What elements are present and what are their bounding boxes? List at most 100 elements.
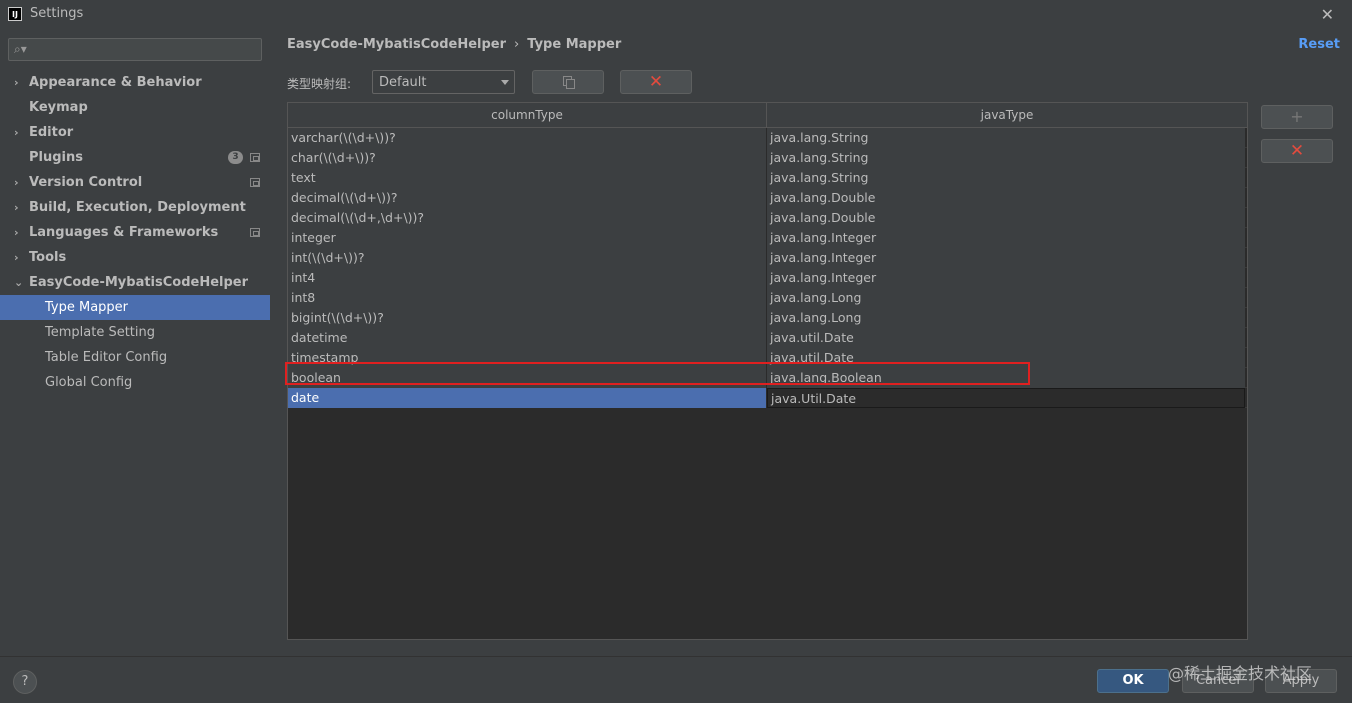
table-row[interactable]: boolean java.lang.Boolean (288, 368, 1247, 388)
table-row[interactable]: bigint(\(\d+\))? java.lang.Long (288, 308, 1247, 328)
help-button[interactable]: ? (13, 670, 37, 694)
table-body: varchar(\(\d+\))? java.lang.String char(\(… (288, 128, 1247, 408)
table-row[interactable]: int(\(\d+\))? java.lang.Integer (288, 248, 1247, 268)
cell-java-type[interactable]: java.lang.String (767, 148, 1245, 168)
cell-column-type[interactable]: varchar(\(\d+\))? (288, 128, 767, 148)
selected-group-value: Default (379, 75, 427, 90)
sidebar-item-appearance[interactable]: › Appearance & Behavior (0, 70, 270, 95)
settings-sidebar: ⌕▾ › Appearance & Behavior Keymap › Edit… (0, 30, 270, 656)
copy-icon (563, 76, 575, 89)
dialog-footer: ? OK Cancel Apply @稀土掘金技术社区 (0, 656, 1352, 703)
column-header-javatype[interactable]: javaType (767, 103, 1247, 127)
cell-java-type[interactable]: java.util.Date (767, 328, 1245, 348)
type-mapper-table: columnType javaType varchar(\(\d+\))? jav… (285, 102, 1248, 640)
apply-button[interactable]: Apply (1265, 669, 1337, 693)
sidebar-item-languages[interactable]: › Languages & Frameworks (0, 220, 270, 245)
cell-java-type[interactable]: java.lang.Integer (767, 228, 1245, 248)
close-icon[interactable]: ✕ (1321, 5, 1334, 24)
cell-java-type[interactable]: java.lang.String (767, 168, 1245, 188)
cell-column-type[interactable]: int8 (288, 288, 767, 308)
table-row[interactable]: decimal(\(\d+,\d+\))? java.lang.Double (288, 208, 1247, 228)
intellij-logo-icon: IJ (8, 7, 22, 21)
search-input[interactable]: ⌕▾ (8, 38, 262, 61)
table-row[interactable]: decimal(\(\d+\))? java.lang.Double (288, 188, 1247, 208)
sidebar-item-editor[interactable]: › Editor (0, 120, 270, 145)
table-row[interactable]: datetime java.util.Date (288, 328, 1247, 348)
sidebar-item-keymap[interactable]: Keymap (0, 95, 270, 120)
sidebar-item-label: Tools (29, 250, 67, 265)
sidebar-item-label: Table Editor Config (45, 350, 168, 365)
delete-group-button[interactable]: ✕ (620, 70, 692, 94)
sidebar-item-label: Template Setting (45, 325, 155, 340)
window-title: Settings (30, 6, 84, 21)
cell-column-type[interactable]: text (288, 168, 767, 188)
remove-row-button[interactable]: ✕ (1261, 139, 1333, 163)
title-bar: IJ Settings ✕ (0, 0, 1352, 30)
ok-button[interactable]: OK (1097, 669, 1169, 693)
table-row[interactable]: char(\(\d+\))? java.lang.String (288, 148, 1247, 168)
copy-group-button[interactable] (532, 70, 604, 94)
sidebar-item-build[interactable]: › Build, Execution, Deployment (0, 195, 270, 220)
type-mapping-group-label: 类型映射组: (287, 77, 352, 91)
cell-column-type[interactable]: decimal(\(\d+,\d+\))? (288, 208, 767, 228)
cell-column-type[interactable]: bigint(\(\d+\))? (288, 308, 767, 328)
cell-java-type[interactable]: java.lang.Integer (767, 268, 1245, 288)
cell-java-type[interactable]: java.lang.Double (767, 208, 1245, 228)
sidebar-item-easycode[interactable]: ⌄ EasyCode-MybatisCodeHelper (0, 270, 270, 295)
sidebar-item-tools[interactable]: › Tools (0, 245, 270, 270)
sidebar-item-version-control[interactable]: › Version Control (0, 170, 270, 195)
sidebar-item-label: EasyCode-MybatisCodeHelper (29, 275, 249, 290)
cell-java-type[interactable]: java.util.Date (767, 348, 1245, 368)
sidebar-item-type-mapper[interactable]: Type Mapper (0, 295, 270, 320)
sidebar-item-template-setting[interactable]: Template Setting (0, 320, 270, 345)
cell-java-type[interactable]: java.lang.String (767, 128, 1245, 148)
reset-link[interactable]: Reset (1298, 37, 1340, 52)
cell-java-type[interactable]: java.lang.Integer (767, 248, 1245, 268)
cell-java-type[interactable]: java.lang.Long (767, 308, 1245, 328)
cell-column-type[interactable]: int(\(\d+\))? (288, 248, 767, 268)
table-row[interactable]: date java.Util.Date (288, 388, 1247, 408)
settings-window: IJ Settings ✕ ⌕▾ › Appearance & Behavior… (0, 0, 1352, 703)
cell-column-type[interactable]: decimal(\(\d+\))? (288, 188, 767, 208)
cell-column-type[interactable]: boolean (288, 368, 767, 388)
sidebar-item-label: Languages & Frameworks (29, 225, 219, 240)
breadcrumb: EasyCode-MybatisCodeHelper › Type Mapper (287, 37, 621, 52)
type-mapping-group-select[interactable]: Default (372, 70, 515, 94)
sidebar-item-label: Build, Execution, Deployment (29, 200, 246, 215)
table-row[interactable]: int4 java.lang.Integer (288, 268, 1247, 288)
add-row-button[interactable]: + (1261, 105, 1333, 129)
cell-java-type[interactable]: java.lang.Long (767, 288, 1245, 308)
cancel-button[interactable]: Cancel (1182, 669, 1254, 693)
table-row[interactable]: varchar(\(\d+\))? java.lang.String (288, 128, 1247, 148)
table-row[interactable]: int8 java.lang.Long (288, 288, 1247, 308)
chevron-right-icon: › (14, 126, 19, 139)
breadcrumb-current: Type Mapper (527, 37, 622, 52)
chevron-down-icon (501, 80, 509, 85)
cell-column-type[interactable]: char(\(\d+\))? (288, 148, 767, 168)
cell-java-type[interactable]: java.Util.Date (767, 388, 1245, 408)
sidebar-item-label: Global Config (45, 375, 133, 390)
breadcrumb-parent: EasyCode-MybatisCodeHelper (287, 37, 507, 52)
sidebar-item-table-editor-config[interactable]: Table Editor Config (0, 345, 270, 370)
search-icon: ⌕▾ (14, 42, 27, 56)
sidebar-item-global-config[interactable]: Global Config (0, 370, 270, 395)
sidebar-item-label: Appearance & Behavior (29, 75, 202, 90)
chevron-right-icon: › (14, 201, 19, 214)
cell-column-type[interactable]: timestamp (288, 348, 767, 368)
cell-column-type[interactable]: date (288, 388, 767, 408)
table-row[interactable]: text java.lang.String (288, 168, 1247, 188)
chevron-right-icon: › (14, 176, 19, 189)
table-row[interactable]: integer java.lang.Integer (288, 228, 1247, 248)
column-header-columntype[interactable]: columnType (288, 103, 767, 127)
table-row[interactable]: timestamp java.util.Date (288, 348, 1247, 368)
cell-java-type[interactable]: java.lang.Double (767, 188, 1245, 208)
plugins-count-badge: 3 (228, 151, 243, 164)
cell-java-type[interactable]: java.lang.Boolean (767, 368, 1245, 388)
project-settings-icon (250, 153, 260, 162)
sidebar-item-plugins[interactable]: Plugins 3 (0, 145, 270, 170)
cell-column-type[interactable]: int4 (288, 268, 767, 288)
cell-column-type[interactable]: datetime (288, 328, 767, 348)
sidebar-item-label: Editor (29, 125, 74, 140)
cell-column-type[interactable]: integer (288, 228, 767, 248)
sidebar-item-label: Keymap (29, 100, 88, 115)
